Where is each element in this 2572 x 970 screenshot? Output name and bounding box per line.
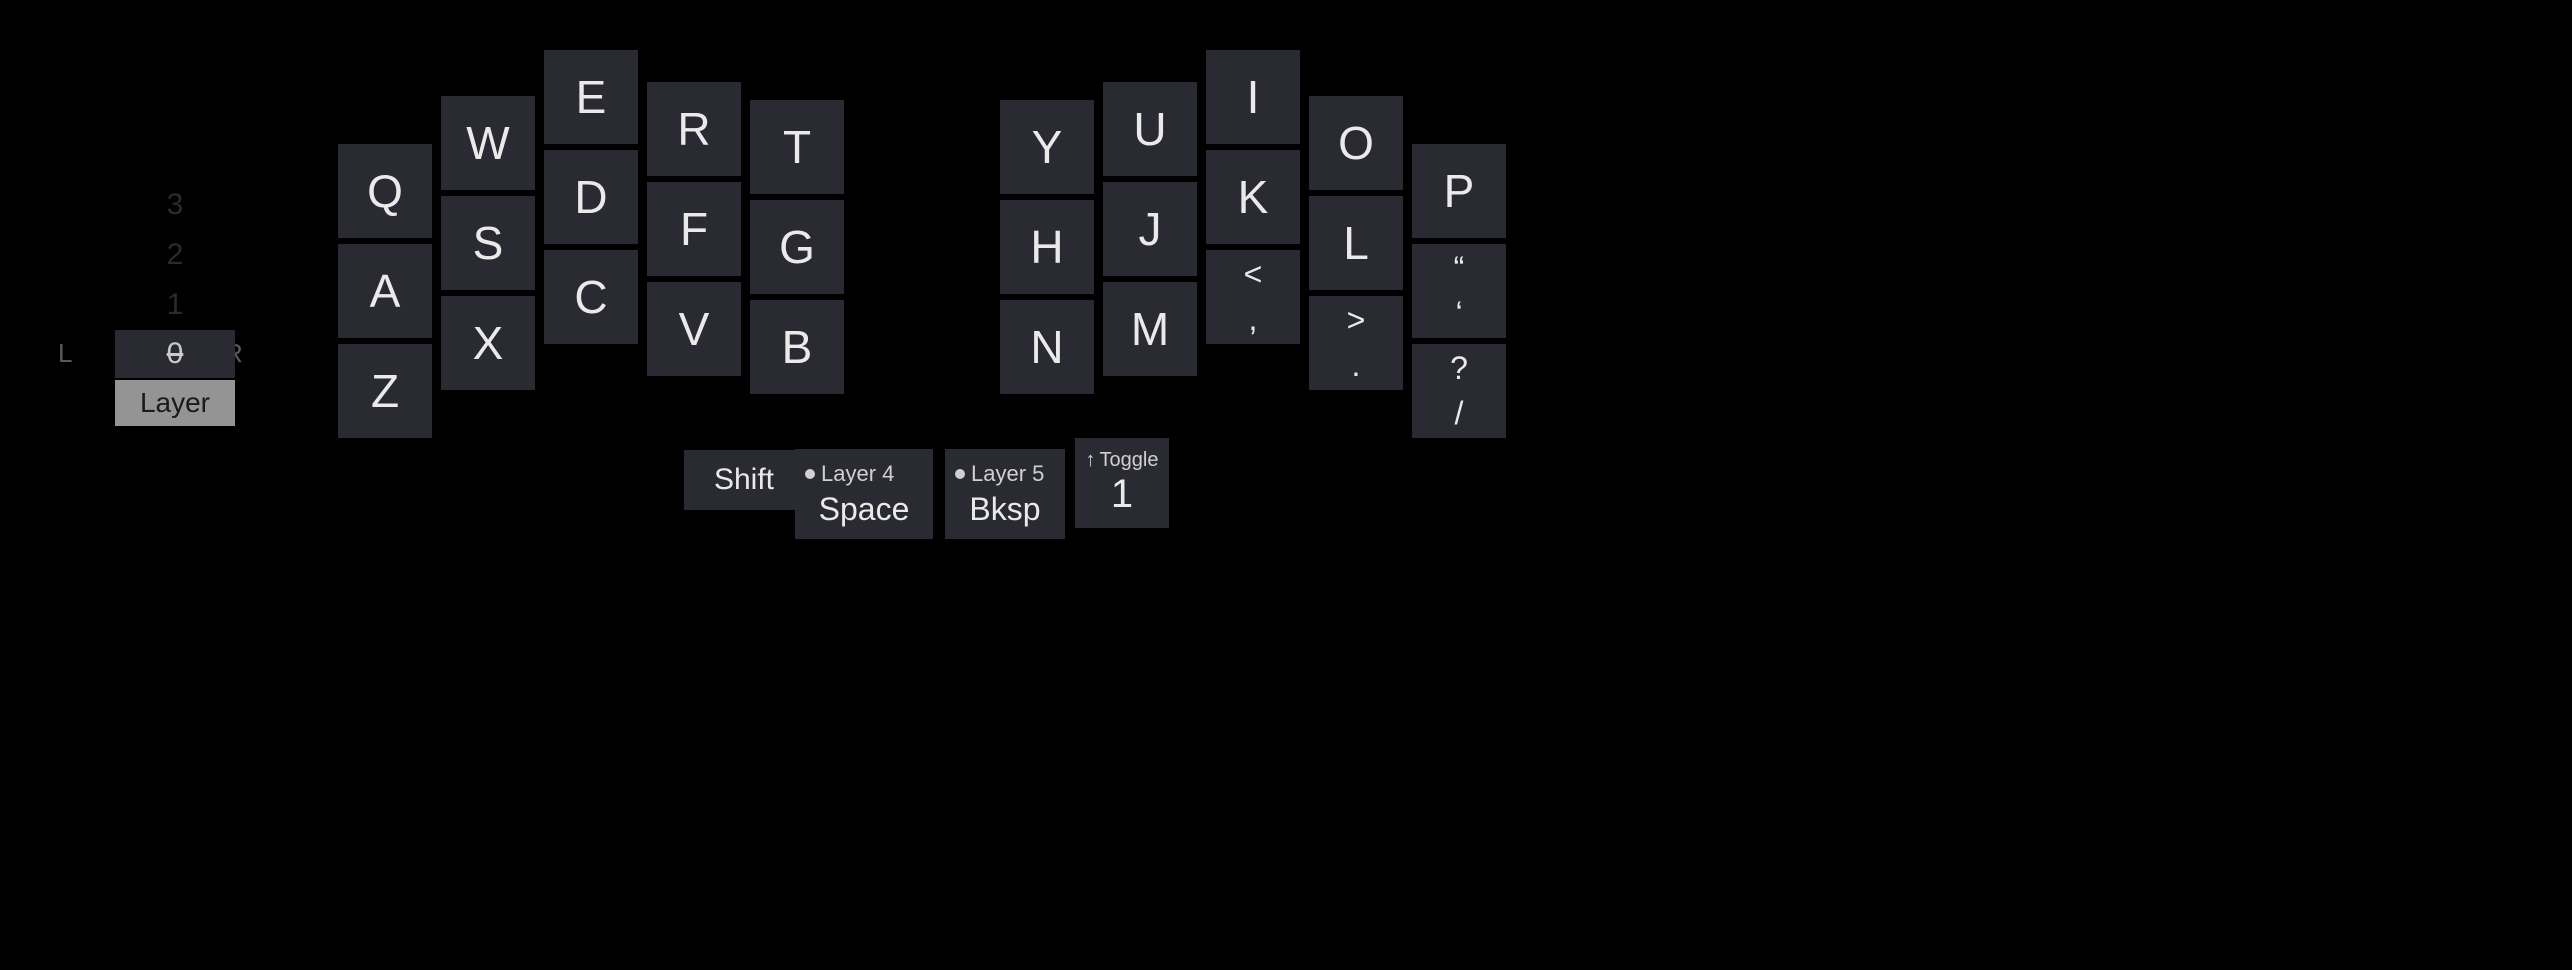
key-period[interactable]: > . [1309, 296, 1403, 390]
key-period-shifted: > [1347, 302, 1366, 339]
key-e[interactable]: E [544, 50, 638, 144]
key-shift[interactable]: Shift [684, 450, 804, 510]
key-comma[interactable]: < , [1206, 250, 1300, 344]
key-k[interactable]: K [1206, 150, 1300, 244]
key-t[interactable]: T [750, 100, 844, 194]
key-n[interactable]: N [1000, 300, 1094, 394]
key-period-base: . [1352, 347, 1361, 384]
key-bksp-label: Bksp [969, 491, 1040, 528]
key-space-layer-hint: Layer 4 [805, 461, 894, 487]
key-b[interactable]: B [750, 300, 844, 394]
key-w[interactable]: W [441, 96, 535, 190]
key-z[interactable]: Z [338, 344, 432, 438]
key-s[interactable]: S [441, 196, 535, 290]
layer-button-1[interactable]: 1 [115, 280, 235, 330]
keyboard-layout-stage: L R 3 2 1 0 Layer Q A Z W S X E D C R F … [0, 0, 2572, 970]
key-toggle-layer-1[interactable]: ↑ Toggle 1 [1075, 438, 1169, 528]
key-y[interactable]: Y [1000, 100, 1094, 194]
key-toggle-label: 1 [1111, 472, 1133, 517]
key-f[interactable]: F [647, 182, 741, 276]
key-quote[interactable]: “ ‘ [1412, 244, 1506, 338]
key-c[interactable]: C [544, 250, 638, 344]
layer-button-2[interactable]: 2 [115, 230, 235, 280]
side-left-label: L [58, 338, 72, 369]
key-d[interactable]: D [544, 150, 638, 244]
key-r[interactable]: R [647, 82, 741, 176]
layer-selector: 3 2 1 0 Layer [115, 180, 235, 426]
key-m[interactable]: M [1103, 282, 1197, 376]
key-g[interactable]: G [750, 200, 844, 294]
key-quote-shifted: “ [1454, 250, 1465, 287]
key-x[interactable]: X [441, 296, 535, 390]
key-v[interactable]: V [647, 282, 741, 376]
key-space-label: Space [819, 491, 910, 528]
key-comma-shifted: < [1244, 256, 1263, 293]
key-q[interactable]: Q [338, 144, 432, 238]
arrow-up-icon: ↑ [1086, 449, 1096, 472]
key-quote-base: ‘ [1455, 295, 1462, 332]
key-a[interactable]: A [338, 244, 432, 338]
layer-button-3[interactable]: 3 [115, 180, 235, 230]
key-j[interactable]: J [1103, 182, 1197, 276]
key-l[interactable]: L [1309, 196, 1403, 290]
key-slash-base: / [1455, 395, 1464, 432]
key-o[interactable]: O [1309, 96, 1403, 190]
key-toggle-hint: ↑ Toggle [1086, 449, 1159, 472]
key-comma-base: , [1249, 301, 1258, 338]
key-space[interactable]: Layer 4 Space [795, 449, 933, 539]
key-p[interactable]: P [1412, 144, 1506, 238]
key-slash-shifted: ? [1450, 350, 1468, 387]
key-bksp-layer-hint: Layer 5 [955, 461, 1044, 487]
layer-label-button[interactable]: Layer [115, 380, 235, 426]
key-i[interactable]: I [1206, 50, 1300, 144]
key-bksp[interactable]: Layer 5 Bksp [945, 449, 1065, 539]
key-slash[interactable]: ? / [1412, 344, 1506, 438]
key-h[interactable]: H [1000, 200, 1094, 294]
key-u[interactable]: U [1103, 82, 1197, 176]
layer-button-0[interactable]: 0 [115, 330, 235, 378]
